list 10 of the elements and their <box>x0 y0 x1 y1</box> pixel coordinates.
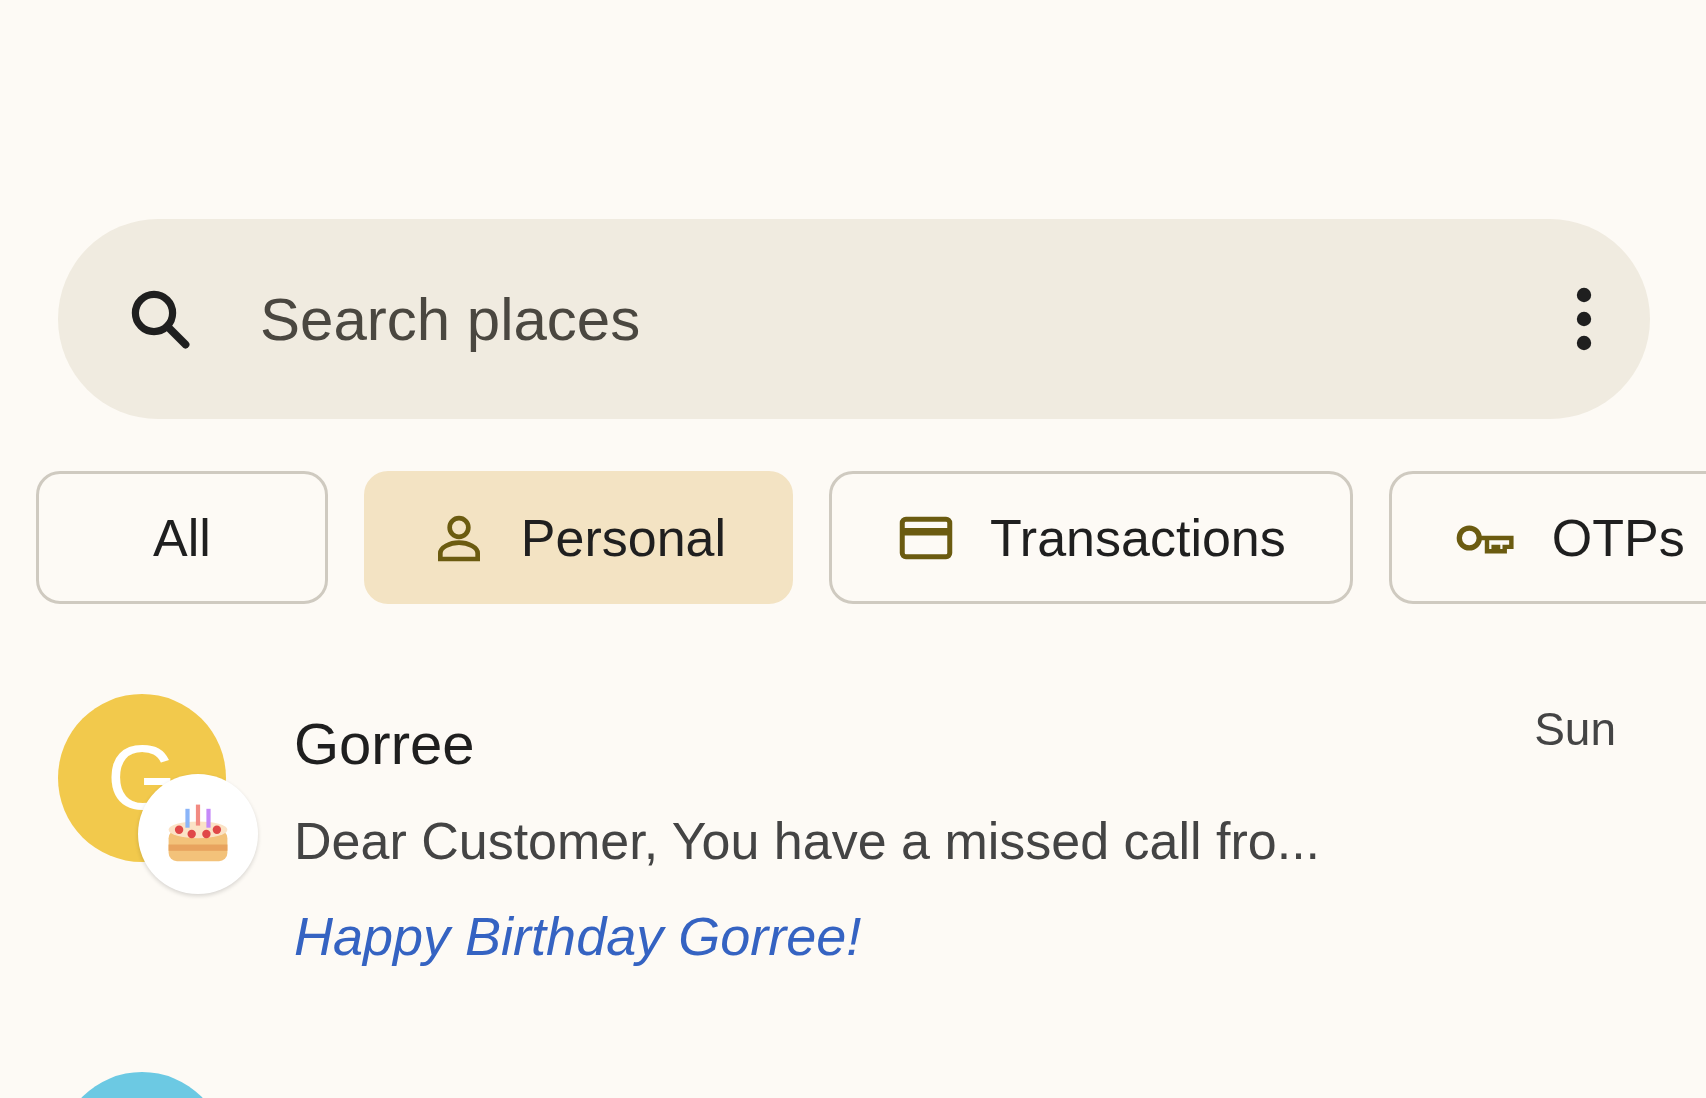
search-field[interactable]: Search places <box>260 284 1572 354</box>
birthday-greeting: Happy Birthday Gorree! <box>294 905 863 967</box>
filter-chip[interactable]: Transactions <box>829 471 1353 604</box>
message-preview: Dear Customer, You have a missed call fro... <box>294 811 1322 871</box>
search-bar[interactable]: Search places <box>58 219 1650 419</box>
sender-name: Gorree <box>294 710 475 777</box>
filter-chip[interactable]: OTPs <box>1388 471 1706 604</box>
message-time: Sun <box>1534 702 1616 756</box>
filter-chip[interactable]: All <box>36 471 328 604</box>
filter-chip[interactable]: Personal <box>363 471 794 604</box>
